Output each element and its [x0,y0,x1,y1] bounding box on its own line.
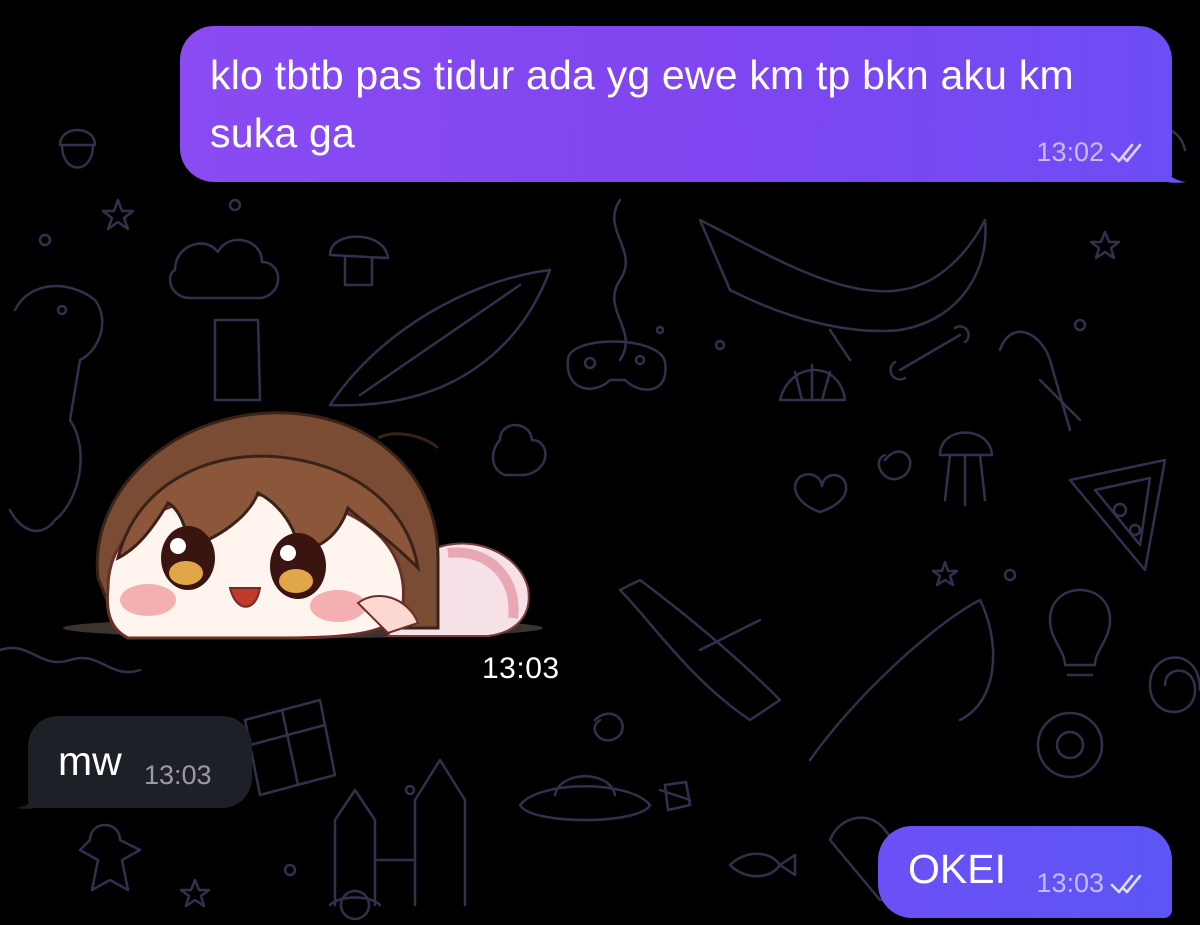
message-time: 13:03 [144,760,212,790]
outgoing-message-bubble[interactable]: klo tbtb pas tidur ada yg ewe km tp bkn … [180,26,1172,182]
double-check-icon [1110,143,1142,162]
bubble-tail-icon [16,784,42,809]
message-time: 13:03 [1036,868,1104,898]
bubble-tail-icon [1160,158,1186,183]
message-text: mw [58,738,122,784]
crying-girl-sticker-icon[interactable] [58,388,548,658]
outgoing-message-bubble[interactable]: OKEI 13:03 [878,826,1172,918]
sticker-time: 13:03 [482,652,560,685]
double-check-icon [1110,874,1142,893]
message-meta: 13:02 [1036,137,1150,168]
message-time: 13:02 [1036,137,1104,167]
incoming-message-bubble[interactable]: mw 13:03 [28,716,252,808]
message-text: OKEI [908,846,1006,892]
message-meta: 13:03 [1036,868,1150,899]
message-text: klo tbtb pas tidur ada yg ewe km tp bkn … [210,52,1074,156]
